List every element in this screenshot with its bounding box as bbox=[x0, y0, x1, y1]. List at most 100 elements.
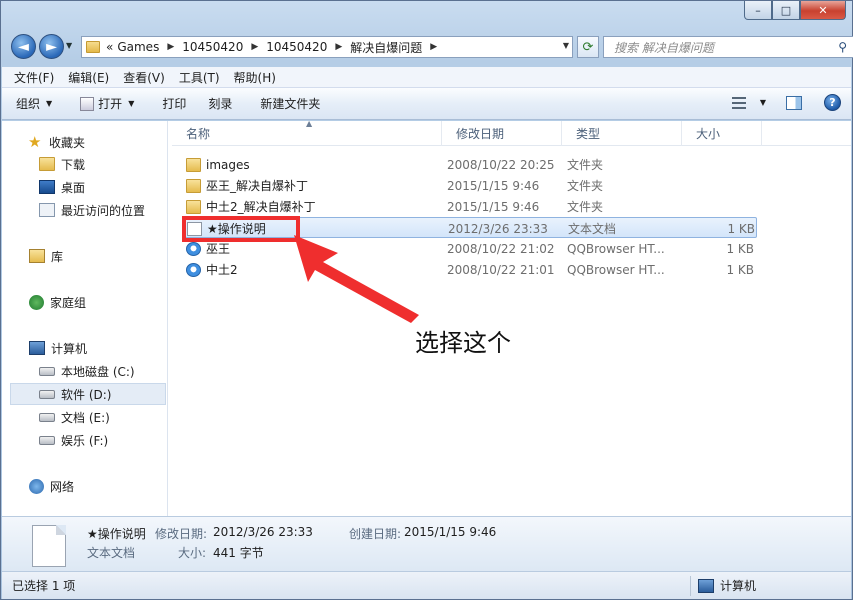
chevron-down-icon: ▼ bbox=[128, 99, 135, 108]
file-type-cell: 文本文档 bbox=[568, 222, 617, 236]
maximize-button[interactable]: □ bbox=[772, 1, 800, 20]
chevron-down-icon: ▼ bbox=[46, 99, 53, 108]
nav-drive-d-label: 软件 (D:) bbox=[61, 387, 112, 402]
chevron-right-icon[interactable]: ▶ bbox=[335, 42, 342, 52]
view-options-icon[interactable] bbox=[731, 96, 750, 110]
file-date-cell: 2012/3/26 23:33 bbox=[448, 221, 548, 236]
recent-pages-dropdown[interactable]: ▼ bbox=[66, 41, 72, 50]
details-file-name: ★操作说明 bbox=[87, 527, 146, 541]
breadcrumb-10450420-inner[interactable]: 10450420 bbox=[266, 40, 327, 54]
breadcrumb-10450420[interactable]: 10450420 bbox=[182, 40, 243, 54]
nav-drive-d[interactable]: 软件 (D:) bbox=[10, 383, 166, 405]
nav-drive-e[interactable]: 文档 (E:) bbox=[2, 406, 168, 428]
file-row[interactable]: 中土2_解决自爆补丁 2015/1/15 9:46 文件夹 bbox=[182, 196, 757, 217]
open-label: 打开 bbox=[98, 97, 123, 111]
network-icon bbox=[29, 478, 44, 494]
folder-icon bbox=[186, 157, 201, 172]
breadcrumb-current-folder[interactable]: 解决自爆问题 bbox=[350, 39, 422, 56]
status-bar: 已选择 1 项 计算机 bbox=[2, 571, 851, 599]
file-row[interactable]: images 2008/10/22 20:25 文件夹 bbox=[182, 154, 757, 175]
file-type-cell: QQBrowser HT... bbox=[567, 241, 665, 256]
file-size-cell bbox=[690, 154, 754, 175]
breadcrumb-overflow[interactable]: « bbox=[106, 40, 113, 54]
open-button[interactable]: 打开 ▼ bbox=[80, 95, 134, 112]
nav-downloads-label: 下载 bbox=[61, 157, 86, 172]
file-type-cell: 文件夹 bbox=[567, 158, 604, 172]
nav-computer-label: 计算机 bbox=[51, 341, 88, 356]
drive-icon bbox=[39, 435, 55, 445]
nav-downloads[interactable]: 下载 bbox=[2, 153, 168, 175]
nav-drive-f[interactable]: 娱乐 (F:) bbox=[2, 429, 168, 451]
chevron-right-icon[interactable]: ▶ bbox=[430, 42, 437, 52]
column-date[interactable]: 修改日期 bbox=[442, 121, 562, 146]
nav-drive-c[interactable]: 本地磁盘 (C:) bbox=[2, 360, 168, 382]
file-size-cell: 1 KB bbox=[727, 221, 755, 236]
menu-file[interactable]: 文件(F) bbox=[14, 69, 54, 86]
nav-computer[interactable]: 计算机 bbox=[2, 337, 168, 359]
file-date-cell: 2008/10/22 21:01 bbox=[447, 262, 555, 277]
nav-homegroup[interactable]: 家庭组 bbox=[2, 291, 168, 313]
nav-drive-f-label: 娱乐 (F:) bbox=[61, 433, 109, 448]
file-name: 中土2_解决自爆补丁 bbox=[206, 200, 316, 214]
folder-icon bbox=[186, 199, 201, 214]
details-created-value: 2015/1/15 9:46 bbox=[404, 525, 497, 539]
help-icon[interactable]: ? bbox=[824, 94, 841, 111]
system-drive-icon bbox=[39, 366, 55, 376]
file-date-cell: 2015/1/15 9:46 bbox=[447, 178, 540, 193]
drive-icon bbox=[39, 412, 55, 422]
nav-desktop[interactable]: 桌面 bbox=[2, 176, 168, 198]
refresh-button[interactable]: ⟳ bbox=[577, 36, 599, 58]
print-button[interactable]: 打印 bbox=[162, 95, 186, 112]
search-icon[interactable]: ⚲ bbox=[838, 40, 847, 54]
file-size-cell: 1 KB bbox=[726, 262, 754, 277]
nav-recent[interactable]: 最近访问的位置 bbox=[2, 199, 168, 221]
forward-button[interactable]: ► bbox=[39, 34, 64, 59]
burn-button[interactable]: 刻录 bbox=[208, 95, 232, 112]
file-name-cell: 中土2 bbox=[186, 259, 238, 280]
new-folder-button[interactable]: 新建文件夹 bbox=[260, 95, 320, 112]
file-size-cell bbox=[690, 175, 754, 196]
organize-button[interactable]: 组织 ▼ bbox=[16, 95, 52, 112]
status-location: 计算机 bbox=[698, 577, 756, 594]
chevron-right-icon[interactable]: ▶ bbox=[167, 42, 174, 52]
back-button[interactable]: ◄ bbox=[11, 34, 36, 59]
star-icon: ★ bbox=[28, 133, 42, 151]
breadcrumb-games[interactable]: Games bbox=[117, 40, 159, 54]
navigation-pane: ★ 收藏夹 下载 桌面 最近访问的位置 库 家庭组 计算机 本地磁盘 (C:) … bbox=[2, 121, 168, 516]
annotation-text: 选择这个 bbox=[415, 329, 511, 357]
explorer-window: – □ ✕ ◄ ► ▼ « Games ▶ 10450420 ▶ 1045042… bbox=[0, 0, 853, 600]
address-bar[interactable]: « Games ▶ 10450420 ▶ 10450420 ▶ 解决自爆问题 ▶… bbox=[81, 36, 573, 58]
nav-favorites[interactable]: ★ 收藏夹 bbox=[2, 131, 168, 153]
column-type[interactable]: 类型 bbox=[562, 121, 682, 146]
column-size[interactable]: 大小 bbox=[682, 121, 762, 146]
close-button[interactable]: ✕ bbox=[800, 1, 846, 20]
search-placeholder: 搜索 解决自爆问题 bbox=[614, 40, 714, 55]
nav-libraries[interactable]: 库 bbox=[2, 245, 168, 267]
menu-edit[interactable]: 编辑(E) bbox=[68, 69, 109, 86]
details-size-label: 大小: bbox=[178, 546, 207, 560]
chevron-right-icon[interactable]: ▶ bbox=[251, 42, 258, 52]
homegroup-icon bbox=[29, 294, 44, 310]
file-name: 巫王 bbox=[206, 242, 231, 256]
menu-view[interactable]: 查看(V) bbox=[123, 69, 165, 86]
menu-help[interactable]: 帮助(H) bbox=[234, 69, 276, 86]
menu-tools[interactable]: 工具(T) bbox=[179, 69, 220, 86]
address-dropdown-icon[interactable]: ▼ bbox=[563, 41, 569, 50]
file-row[interactable]: 巫王_解决自爆补丁 2015/1/15 9:46 文件夹 bbox=[182, 175, 757, 196]
file-name-cell: images bbox=[186, 154, 250, 175]
desktop-icon bbox=[39, 180, 55, 194]
chevron-down-icon[interactable]: ▼ bbox=[760, 98, 766, 107]
file-size-cell: 1 KB bbox=[726, 241, 754, 256]
nav-recent-label: 最近访问的位置 bbox=[61, 203, 146, 218]
nav-drive-e-label: 文档 (E:) bbox=[61, 410, 110, 425]
file-row[interactable]: 中土2 2008/10/22 21:01 QQBrowser HT... 1 KB bbox=[182, 259, 757, 280]
preview-pane-icon[interactable] bbox=[786, 95, 802, 110]
nav-network[interactable]: 网络 bbox=[2, 475, 168, 497]
html-file-icon bbox=[186, 262, 201, 277]
file-name-cell: 巫王_解决自爆补丁 bbox=[186, 175, 308, 196]
file-name: 巫王_解决自爆补丁 bbox=[206, 179, 309, 193]
search-input[interactable]: 搜索 解决自爆问题 ⚲ bbox=[603, 36, 853, 58]
folder-icon bbox=[86, 41, 100, 53]
minimize-button[interactable]: – bbox=[744, 1, 772, 20]
column-name[interactable]: 名称 bbox=[172, 121, 442, 146]
